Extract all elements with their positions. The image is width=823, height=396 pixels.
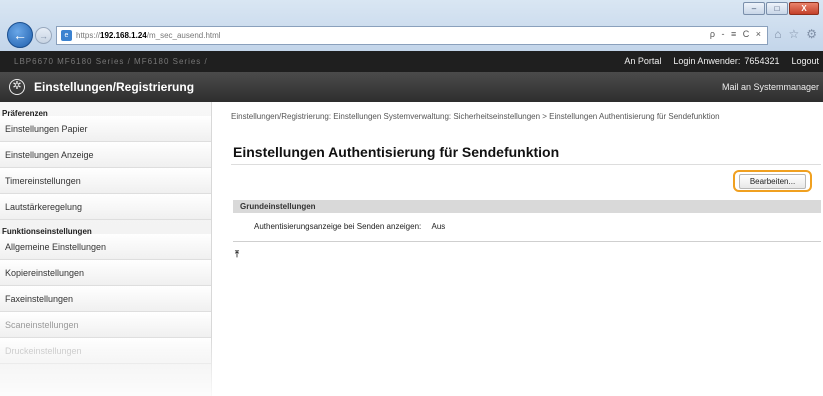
page-header: ✲ Einstellungen/Registrierung Mail an Sy… bbox=[0, 72, 823, 102]
maximize-button[interactable]: □ bbox=[766, 2, 788, 15]
topbar-links: An Portal Login Anwender: 7654321 Logout bbox=[624, 56, 819, 66]
row-divider bbox=[233, 241, 821, 242]
setting-row: Authentisierungsanzeige bei Senden anzei… bbox=[254, 222, 445, 231]
sidebar-item-general-settings[interactable]: Allgemeine Einstellungen bbox=[0, 234, 211, 260]
browser-toolbar: ⌂ ☆ ⚙ bbox=[774, 27, 817, 41]
user-id: 7654321 bbox=[744, 56, 780, 66]
browser-chrome: – □ X ← → e https:// 192.168.1.24 /m_sec… bbox=[0, 0, 823, 51]
forward-button[interactable]: → bbox=[35, 27, 52, 44]
edit-button[interactable]: Bearbeiten... bbox=[739, 173, 806, 189]
home-icon[interactable]: ⌂ bbox=[774, 27, 781, 41]
mail-to-admin-link[interactable]: Mail an Systemmanager bbox=[722, 82, 819, 92]
breadcrumb: Einstellungen/Registrierung: Einstellung… bbox=[231, 112, 720, 121]
sidebar-heading-functions: Funktionseinstellungen bbox=[2, 227, 92, 236]
setting-value: Aus bbox=[431, 222, 446, 231]
favorites-icon[interactable]: ☆ bbox=[788, 27, 799, 41]
address-bar[interactable]: e https:// 192.168.1.24 /m_sec_ausend.ht… bbox=[56, 26, 768, 45]
back-button[interactable]: ← bbox=[7, 22, 33, 48]
url-path: /m_sec_ausend.html bbox=[146, 31, 221, 40]
sidebar-heading-preferences: Präferenzen bbox=[2, 109, 48, 118]
window-controls: – □ X bbox=[743, 2, 819, 15]
title-divider bbox=[231, 164, 821, 165]
settings-gear-icon[interactable]: ⚙ bbox=[806, 27, 817, 41]
settings-gear-icon: ✲ bbox=[9, 79, 25, 95]
sidebar-item-timer-settings[interactable]: Timereinstellungen bbox=[0, 168, 211, 194]
back-to-top-icon[interactable]: ⤒ bbox=[235, 249, 239, 260]
address-tools-icon[interactable]: ρ - ≡ C × bbox=[710, 29, 763, 39]
section-header-basic-settings: Grundeinstellungen bbox=[233, 200, 821, 213]
logout-link[interactable]: Logout bbox=[791, 56, 819, 66]
sidebar-item-volume-control[interactable]: Lautstärkeregelung bbox=[0, 194, 211, 220]
sidebar-item-fax-settings[interactable]: Faxeinstellungen bbox=[0, 286, 211, 312]
main-content: Einstellungen/Registrierung: Einstellung… bbox=[213, 102, 823, 396]
site-icon: e bbox=[61, 30, 72, 41]
sidebar-item-scan-settings[interactable]: Scaneinstellungen bbox=[0, 312, 211, 338]
portal-link[interactable]: An Portal bbox=[624, 56, 661, 66]
header-title: Einstellungen/Registrierung bbox=[34, 80, 195, 94]
url-host: 192.168.1.24 bbox=[100, 31, 147, 40]
setting-label: Authentisierungsanzeige bei Senden anzei… bbox=[254, 222, 422, 231]
sidebar-item-display-settings[interactable]: Einstellungen Anzeige bbox=[0, 142, 211, 168]
edit-button-highlight: Bearbeiten... bbox=[733, 170, 812, 192]
sidebar-item-copy-settings[interactable]: Kopiereinstellungen bbox=[0, 260, 211, 286]
close-window-button[interactable]: X bbox=[789, 2, 819, 15]
device-model: LBP6670 MF6180 Series / MF6180 Series / bbox=[14, 57, 208, 66]
sidebar-item-paper-settings[interactable]: Einstellungen Papier bbox=[0, 116, 211, 142]
page-title: Einstellungen Authentisierung für Sendef… bbox=[233, 144, 560, 160]
login-label: Login Anwender: bbox=[673, 56, 741, 66]
minimize-button[interactable]: – bbox=[743, 2, 765, 15]
device-topbar: LBP6670 MF6180 Series / MF6180 Series / … bbox=[0, 51, 823, 72]
sidebar: Präferenzen Einstellungen Papier Einstel… bbox=[0, 102, 212, 396]
sidebar-item-print-settings[interactable]: Druckeinstellungen bbox=[0, 338, 211, 364]
url-scheme: https:// bbox=[76, 31, 101, 40]
